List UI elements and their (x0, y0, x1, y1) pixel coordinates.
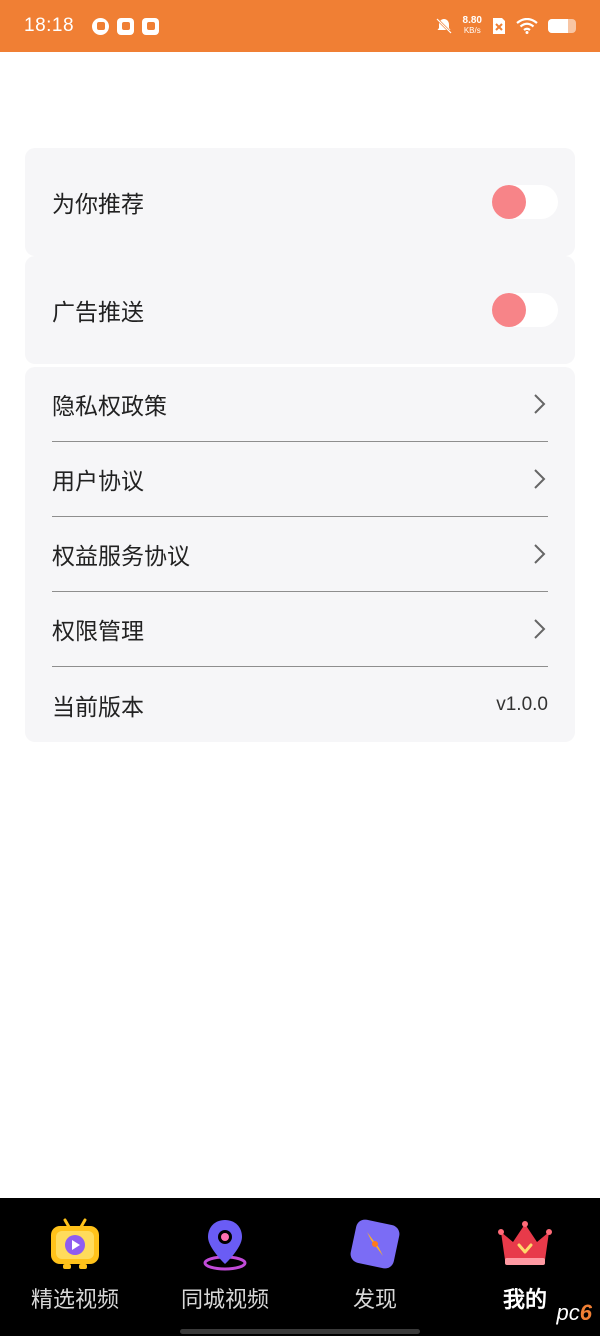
app-badge-icon (142, 17, 160, 35)
bottom-tab-bar: 精选视频 同城视频 发现 我的 (0, 1198, 600, 1336)
notification-icons (92, 17, 160, 35)
watermark-number: 6 (579, 1300, 592, 1325)
chevron-right-icon (534, 544, 546, 564)
benefits-agreement-row[interactable]: 权益服务协议 (52, 517, 548, 592)
watermark-prefix: pc (556, 1300, 580, 1325)
version-row: 当前版本 v1.0.0 (52, 667, 548, 742)
battery-level (548, 19, 568, 33)
sim-off-icon (493, 18, 505, 34)
tab-label: 发现 (352, 1288, 397, 1313)
version-label: 当前版本 (52, 694, 144, 721)
privacy-policy-row[interactable]: 隐私权政策 (52, 367, 548, 442)
user-agreement-label: 用户协议 (52, 469, 144, 495)
tab-featured-videos[interactable]: 精选视频 (0, 1198, 150, 1336)
ads-toggle[interactable] (492, 293, 558, 327)
version-value: v1.0.0 (496, 693, 548, 715)
user-agreement-row[interactable]: 用户协议 (52, 442, 548, 517)
benefits-agreement-label: 权益服务协议 (52, 544, 190, 570)
ads-label: 广告推送 (52, 300, 144, 326)
tab-label: 我的 (502, 1288, 547, 1313)
video-play-icon (51, 1218, 99, 1269)
chevron-right-icon (534, 619, 546, 639)
wifi-icon (516, 18, 538, 34)
network-speed: 8.80 KB/s (463, 16, 482, 36)
battery-icon (548, 19, 576, 33)
tab-label: 精选视频 (30, 1288, 119, 1313)
mail-icon (117, 17, 135, 35)
watermark-logo: pc6 (557, 1300, 593, 1326)
location-pin-icon (203, 1220, 247, 1271)
chevron-right-icon (534, 469, 546, 489)
toggle-knob (492, 293, 526, 327)
status-time: 18:18 (24, 15, 75, 36)
settings-list-card: 隐私权政策 用户协议 权益服务协议 权限管理 当前版本 v1.0.0 (25, 367, 575, 742)
ads-row: 广告推送 (25, 256, 575, 364)
compass-icon (350, 1219, 400, 1269)
home-indicator[interactable] (180, 1329, 420, 1334)
mute-icon (435, 18, 452, 34)
recommend-label: 为你推荐 (52, 192, 144, 218)
net-speed-unit: KB/s (463, 26, 481, 35)
recommend-toggle[interactable] (492, 185, 558, 219)
tab-label: 同城视频 (180, 1288, 269, 1313)
tab-discover[interactable]: 发现 (300, 1198, 450, 1336)
net-speed-value: 8.80 (462, 15, 482, 26)
status-bar: 18:18 8.80 KB/s (0, 0, 600, 52)
system-status-icons: 8.80 KB/s (435, 16, 576, 36)
permissions-row[interactable]: 权限管理 (52, 592, 548, 667)
privacy-policy-label: 隐私权政策 (52, 394, 167, 420)
recommend-row: 为你推荐 (25, 148, 575, 256)
tab-local-videos[interactable]: 同城视频 (150, 1198, 300, 1336)
ads-card: 广告推送 (25, 256, 575, 364)
toggle-knob (492, 185, 526, 219)
crown-icon (498, 1221, 552, 1265)
recommend-card: 为你推荐 (25, 148, 575, 256)
chevron-right-icon (534, 394, 546, 414)
permissions-label: 权限管理 (52, 619, 144, 645)
speedometer-icon (92, 17, 110, 35)
